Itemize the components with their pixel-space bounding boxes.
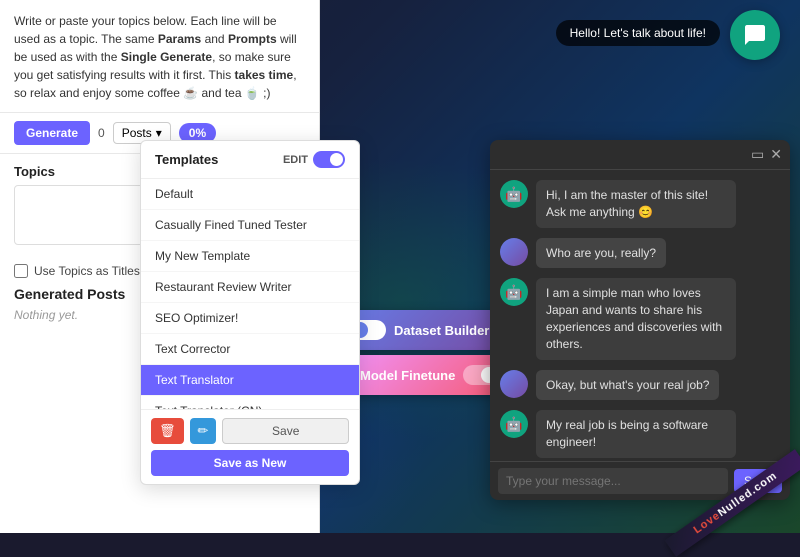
save-new-template-button[interactable]: Save as New xyxy=(151,450,349,476)
edit-label: EDIT xyxy=(283,154,308,166)
templates-header: Templates EDIT xyxy=(141,141,359,179)
bot-bubble: I am a simple man who loves Japan and wa… xyxy=(536,278,736,359)
templates-panel: Templates EDIT DefaultCasually Fined Tun… xyxy=(140,140,360,485)
template-item-seo[interactable]: SEO Optimizer! xyxy=(141,303,359,334)
template-item-my-new[interactable]: My New Template xyxy=(141,241,359,272)
templates-footer: 🗑 ✏ Save Save as New xyxy=(141,409,359,484)
chat-message-m4: Okay, but what's your real job? xyxy=(500,370,780,401)
chat-messages: 🤖 Hi, I am the master of this site! Ask m… xyxy=(490,170,790,461)
user-bubble: Who are you, really? xyxy=(536,238,666,269)
template-item-default[interactable]: Default xyxy=(141,179,359,210)
chat-message-m3: 🤖 I am a simple man who loves Japan and w… xyxy=(500,278,780,359)
edit-toggle-switch[interactable] xyxy=(313,151,345,168)
posts-label: Posts xyxy=(122,126,152,140)
generate-button[interactable]: Generate xyxy=(14,121,90,145)
minimize-icon[interactable]: ▭ xyxy=(751,146,764,163)
user-bubble: Okay, but what's your real job? xyxy=(536,370,719,401)
templates-title: Templates xyxy=(155,152,218,167)
chat-message-m1: 🤖 Hi, I am the master of this site! Ask m… xyxy=(500,180,780,228)
model-label: Model Finetune xyxy=(360,368,455,383)
template-item-restaurant[interactable]: Restaurant Review Writer xyxy=(141,272,359,303)
bot-bubble: Hi, I am the master of this site! Ask me… xyxy=(536,180,736,228)
save-template-button[interactable]: Save xyxy=(222,418,349,444)
close-chat-icon[interactable]: ✕ xyxy=(770,146,782,163)
chat-input[interactable] xyxy=(498,468,728,494)
template-item-text-corrector[interactable]: Text Corrector xyxy=(141,334,359,365)
dropdown-arrow-icon: ▾ xyxy=(156,126,162,140)
checkbox-label: Use Topics as Titles xyxy=(34,264,140,278)
chat-message-m2: Who are you, really? xyxy=(500,238,780,269)
user-avatar xyxy=(500,370,528,398)
bot-bubble: My real job is being a software engineer… xyxy=(536,410,736,458)
chat-window: ▭ ✕ 🤖 Hi, I am the master of this site! A… xyxy=(490,140,790,500)
template-list: DefaultCasually Fined Tuned TesterMy New… xyxy=(141,179,359,409)
chat-icon xyxy=(743,23,767,47)
edit-template-button[interactable]: ✏ xyxy=(190,418,217,444)
delete-template-button[interactable]: 🗑 xyxy=(151,418,184,444)
bot-avatar: 🤖 xyxy=(500,410,528,438)
chat-header: ▭ ✕ xyxy=(490,140,790,170)
user-avatar xyxy=(500,238,528,266)
template-item-text-translator[interactable]: Text Translator xyxy=(141,365,359,396)
instruction-box: Write or paste your topics below. Each l… xyxy=(0,0,319,113)
footer-buttons-row: 🗑 ✏ Save xyxy=(151,418,349,444)
posts-count: 0 xyxy=(98,126,105,140)
edit-toggle[interactable]: EDIT xyxy=(283,151,345,168)
template-item-text-translator-cn[interactable]: Text Translator (CN) xyxy=(141,396,359,409)
bot-avatar: 🤖 xyxy=(500,180,528,208)
chat-bubble-tooltip: Hello! Let's talk about life! xyxy=(556,20,720,46)
chat-bubble-icon[interactable] xyxy=(730,10,780,60)
use-topics-checkbox[interactable] xyxy=(14,264,28,278)
template-item-casually[interactable]: Casually Fined Tuned Tester xyxy=(141,210,359,241)
bot-avatar: 🤖 xyxy=(500,278,528,306)
chat-message-m5: 🤖 My real job is being a software enginee… xyxy=(500,410,780,458)
dataset-label: Dataset Builder xyxy=(394,323,489,338)
